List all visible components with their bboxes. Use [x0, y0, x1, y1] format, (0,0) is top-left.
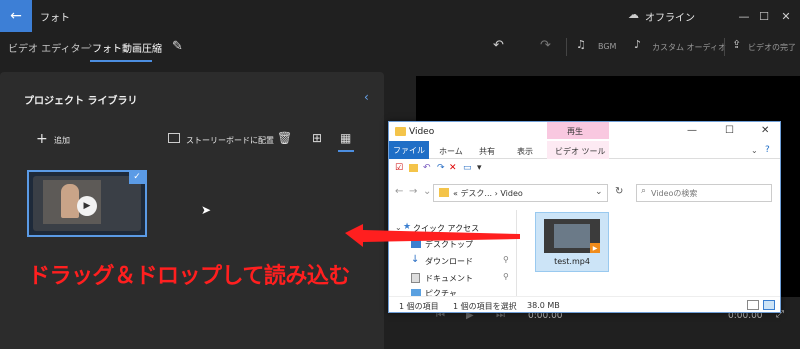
- breadcrumb-current-project: フォト動画圧縮: [92, 44, 162, 55]
- cloud-off-icon: ☁: [628, 8, 639, 21]
- back-button[interactable]: ←: [0, 0, 32, 32]
- breadcrumb-underline: [90, 60, 152, 62]
- play-tab[interactable]: 再生: [567, 126, 583, 137]
- video-file-thumbnail: ▶: [544, 219, 600, 253]
- trash-icon[interactable]: 🗑: [277, 131, 292, 145]
- download-icon: ↓: [411, 254, 420, 265]
- pin-icon: ⚲: [503, 255, 509, 264]
- instruction-caption: ドラッグ＆ドロップして読み込む: [28, 264, 350, 289]
- export-icon[interactable]: ⇪: [732, 38, 741, 51]
- status-bar: [389, 296, 780, 312]
- tab-view[interactable]: 表示: [517, 146, 533, 157]
- custom-audio-button[interactable]: カスタム オーディオ: [652, 42, 726, 53]
- file-item[interactable]: ▶ test.mp4: [535, 212, 609, 272]
- tab-share[interactable]: 共有: [479, 146, 495, 157]
- folder-icon: [395, 127, 406, 136]
- status-item-count: 1 個の項目: [399, 302, 439, 311]
- grid-large-icon[interactable]: ⊞: [312, 131, 322, 145]
- rename-icon[interactable]: ▭: [463, 163, 472, 173]
- add-button[interactable]: 追加: [54, 135, 70, 146]
- tab-file[interactable]: ファイル: [389, 141, 429, 159]
- help-icon[interactable]: ?: [765, 145, 770, 155]
- file-explorer-window: Video 再生 — ☐ ✕ ファイル ホーム 共有 表示 ビデオ ツール ⌄ …: [388, 121, 781, 313]
- nav-forward-icon[interactable]: →: [409, 186, 417, 197]
- search-icon: ⌕: [641, 186, 647, 196]
- bgm-button[interactable]: BGM: [598, 42, 616, 51]
- library-title: プロジェクト ライブラリ: [24, 96, 138, 107]
- chevron-down-icon[interactable]: ⌄: [595, 187, 603, 197]
- status-selected: 1 個の項目を選択: [453, 302, 517, 311]
- finish-video-button[interactable]: ビデオの完了: [748, 42, 796, 53]
- minimize-icon[interactable]: —: [734, 6, 754, 26]
- play-icon: ▶: [77, 196, 97, 216]
- drag-arrow-icon: [345, 224, 520, 247]
- large-icons-view-icon[interactable]: [763, 300, 775, 310]
- tab-home[interactable]: ホーム: [439, 146, 463, 157]
- file-name: test.mp4: [554, 257, 590, 266]
- pane-divider: [516, 210, 517, 296]
- pictures-icon: [411, 289, 421, 296]
- checkmark-icon[interactable]: ✓: [129, 170, 145, 184]
- pencil-icon[interactable]: ✎: [172, 39, 183, 54]
- arrow-left-icon: ←: [10, 8, 22, 24]
- pin-icon: ⚲: [503, 272, 509, 281]
- thumbnail-person: [61, 184, 79, 218]
- music-icon[interactable]: ♫: [576, 38, 586, 51]
- refresh-icon[interactable]: ↻: [615, 186, 623, 197]
- nav-downloads[interactable]: ダウンロード: [425, 256, 473, 267]
- close-icon[interactable]: ✕: [776, 6, 796, 26]
- place-in-storyboard-button[interactable]: ストーリーボードに配置: [186, 135, 274, 146]
- thumbnail-tablet: ▶: [33, 176, 141, 231]
- offline-status: オフライン: [645, 13, 695, 24]
- address-path: « デスク... › Video: [453, 189, 523, 198]
- folder-icon: [439, 188, 449, 197]
- chevron-down-icon[interactable]: ▾: [477, 163, 482, 173]
- media-thumbnail[interactable]: ▶ ✓: [27, 170, 147, 237]
- properties-icon[interactable]: ☑: [395, 163, 403, 173]
- plus-icon[interactable]: +: [36, 131, 48, 147]
- toolbar-divider: [566, 38, 567, 56]
- redo-icon[interactable]: ↷: [437, 163, 445, 173]
- play-badge-icon: ▶: [590, 243, 600, 253]
- view-selected-indicator: [338, 150, 354, 152]
- thumbnail-frame: [554, 224, 590, 248]
- audio-icon[interactable]: ♪: [634, 38, 641, 51]
- nav-documents[interactable]: ドキュメント: [425, 273, 473, 284]
- nav-pictures[interactable]: ピクチャ: [425, 288, 457, 296]
- document-icon: [411, 273, 420, 283]
- storyboard-icon[interactable]: [168, 133, 180, 143]
- explorer-title: Video: [409, 127, 435, 137]
- chevron-down-icon[interactable]: ⌄: [423, 186, 431, 197]
- delete-icon[interactable]: ✕: [449, 163, 457, 173]
- chevron-left-icon[interactable]: ‹: [364, 90, 369, 104]
- chevron-down-icon[interactable]: ⌄: [751, 146, 758, 155]
- redo-icon[interactable]: ↷: [540, 38, 551, 53]
- close-icon[interactable]: ✕: [761, 125, 769, 136]
- mouse-cursor-icon: ➤: [201, 203, 212, 217]
- search-placeholder: Videoの検索: [651, 189, 698, 198]
- toolbar-divider: [724, 38, 725, 56]
- nav-back-icon[interactable]: ←: [395, 186, 403, 197]
- undo-icon[interactable]: ↶: [423, 163, 431, 173]
- maximize-icon[interactable]: ☐: [754, 6, 774, 26]
- maximize-icon[interactable]: ☐: [725, 125, 734, 136]
- minimize-icon[interactable]: —: [687, 125, 697, 136]
- breadcrumb-video-editor[interactable]: ビデオ エディター: [8, 40, 90, 55]
- undo-icon[interactable]: ↶: [493, 38, 504, 53]
- tab-video-tools[interactable]: ビデオ ツール: [555, 146, 606, 157]
- new-folder-icon[interactable]: [409, 164, 418, 172]
- status-size: 38.0 MB: [527, 301, 560, 310]
- app-title: フォト: [40, 13, 70, 24]
- details-view-icon[interactable]: [747, 300, 759, 310]
- grid-small-icon[interactable]: ▦: [340, 131, 351, 145]
